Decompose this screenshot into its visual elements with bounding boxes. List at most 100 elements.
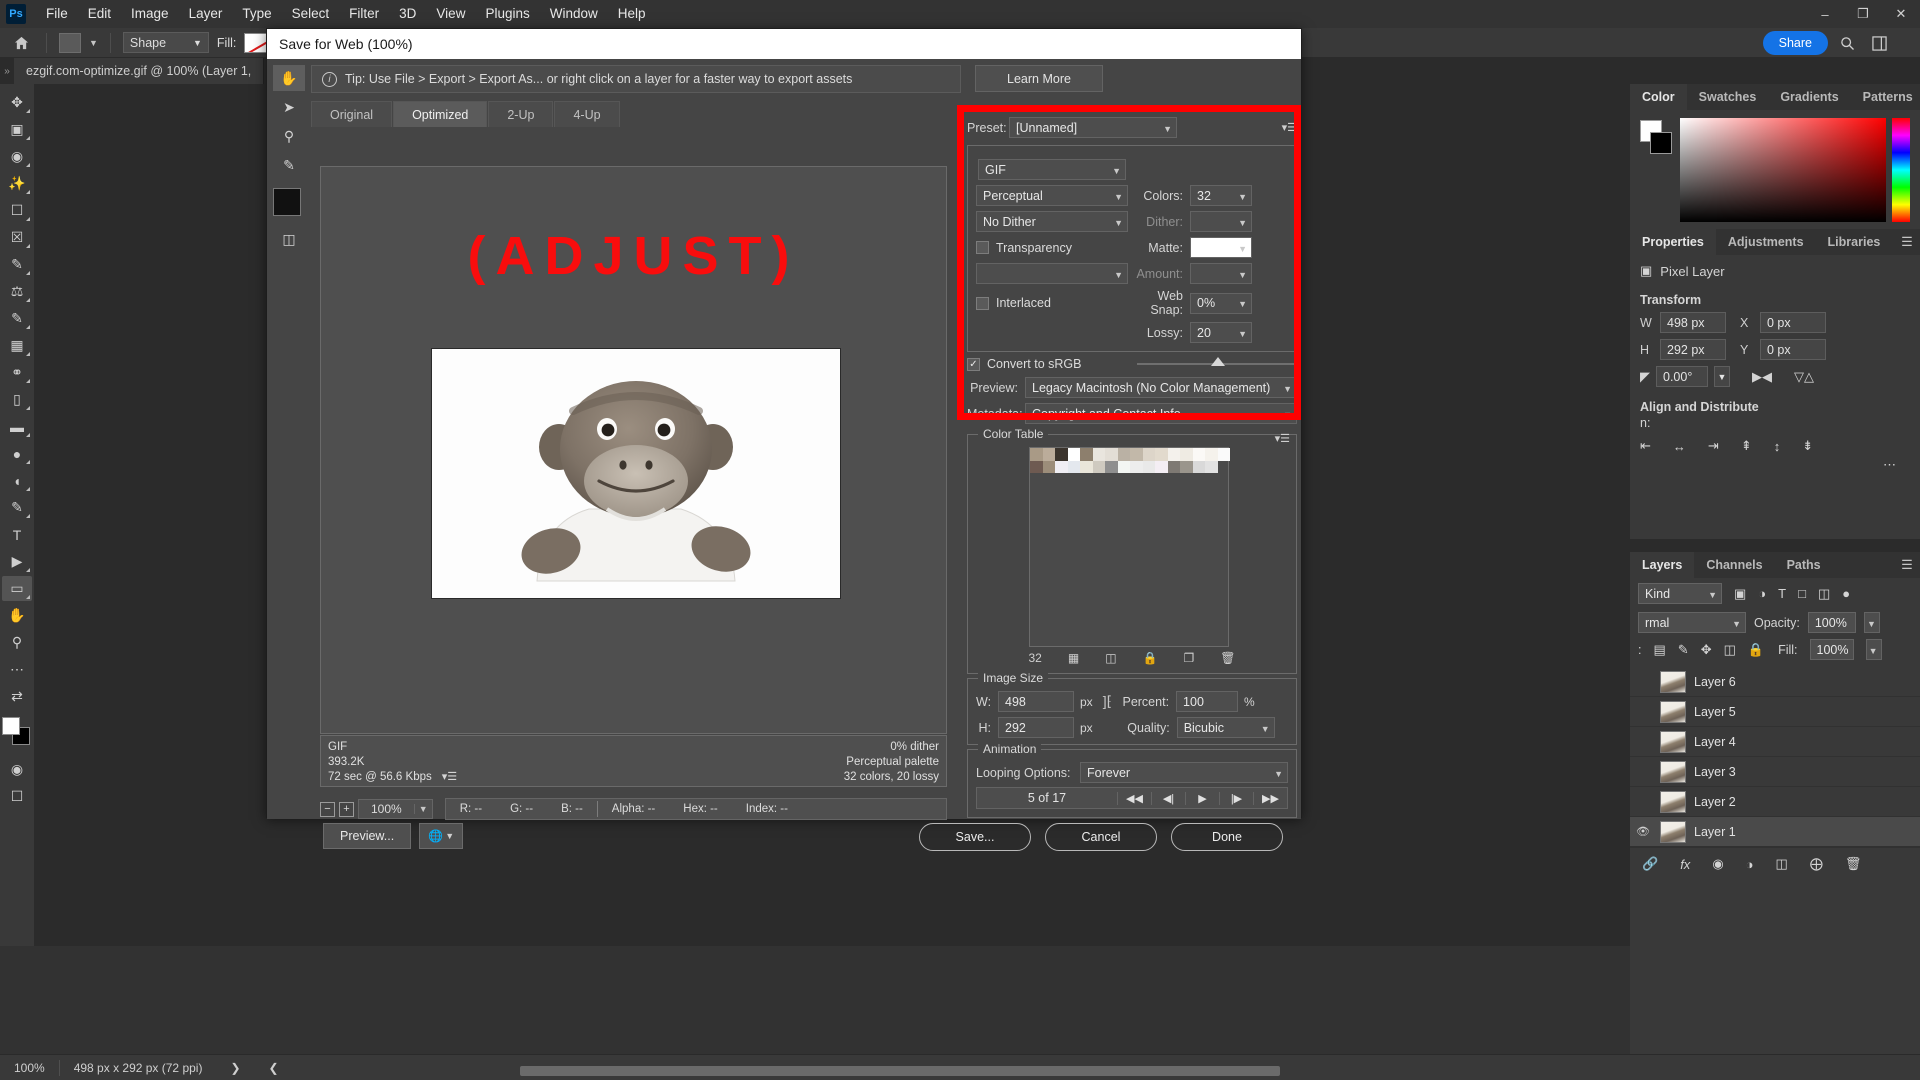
menu-plugins[interactable]: Plugins <box>475 0 539 28</box>
horizontal-scrollbar[interactable] <box>520 1066 1280 1076</box>
new-group-icon[interactable]: ◫ <box>1776 856 1788 872</box>
workspace-icon[interactable] <box>1866 31 1892 55</box>
eraser-tool[interactable]: ▯ <box>2 387 32 412</box>
color-table-menu-icon[interactable]: ▾☰ <box>1275 432 1290 445</box>
filter-kind-select[interactable]: Kind ▼ <box>1638 583 1722 604</box>
close-icon[interactable]: ✕ <box>1882 0 1920 28</box>
tab-gradients[interactable]: Gradients <box>1768 84 1850 110</box>
filter-pixel-icon[interactable]: ▣ <box>1734 586 1746 602</box>
convert-srgb-checkbox[interactable]: ✓ Convert to sRGB <box>967 357 1137 371</box>
adjustment-layer-icon[interactable]: ◑ <box>1746 857 1754 872</box>
angle-input[interactable]: 0.00° <box>1656 366 1708 387</box>
transparency-icon[interactable]: ▦ <box>1068 651 1079 665</box>
color-swatch[interactable] <box>1043 461 1056 474</box>
menu-image[interactable]: Image <box>121 0 179 28</box>
eyedropper-tool[interactable]: ✎ <box>273 152 305 178</box>
marquee-tool[interactable]: ▣ <box>2 117 32 142</box>
color-swatch[interactable] <box>1068 461 1081 474</box>
slice-select-tool[interactable]: ➤ <box>273 94 305 120</box>
color-swatch[interactable] <box>1205 461 1218 474</box>
color-swatch[interactable] <box>1068 448 1081 461</box>
fill-chevron-icon[interactable]: ▼ <box>1866 639 1882 660</box>
menu-select[interactable]: Select <box>282 0 340 28</box>
tab-paths[interactable]: Paths <box>1775 552 1833 578</box>
menu-3d[interactable]: 3D <box>389 0 426 28</box>
color-swatch[interactable] <box>1080 448 1093 461</box>
percent-input[interactable]: 100 <box>1176 691 1238 712</box>
filter-smart-object-icon[interactable]: ◫ <box>1818 586 1830 602</box>
hand-tool[interactable]: ✋ <box>273 65 305 91</box>
panel-expander-icon[interactable]: » <box>0 58 14 84</box>
tab-4-up[interactable]: 4-Up <box>554 101 619 127</box>
healing-brush-tool[interactable]: ⚖ <box>2 279 32 304</box>
x-input[interactable]: 0 px <box>1760 312 1826 333</box>
restore-icon[interactable]: ❐ <box>1844 0 1882 28</box>
preview-button[interactable]: Preview... <box>323 823 411 849</box>
link-dimensions-icon[interactable]: ]⁅ <box>1099 693 1116 710</box>
next-frame-icon[interactable]: |▶ <box>1219 792 1253 805</box>
web-snap-select[interactable]: 0% ▼ <box>1190 293 1252 314</box>
optinfo-menu-icon[interactable]: ▾☰ <box>442 770 457 785</box>
color-reduction-select[interactable]: Perceptual ▼ <box>976 185 1128 206</box>
learn-more-button[interactable]: Learn More <box>975 65 1103 92</box>
screen-mode-icon[interactable]: ☐ <box>2 784 32 809</box>
dither-algorithm-select[interactable]: No Dither ▼ <box>976 211 1128 232</box>
color-picker[interactable] <box>1630 110 1920 230</box>
color-swatch[interactable] <box>1043 448 1056 461</box>
color-swatch[interactable] <box>1118 461 1131 474</box>
move-tool[interactable]: ✥ <box>2 90 32 115</box>
color-swatch[interactable] <box>1118 448 1131 461</box>
panel-menu-icon[interactable]: ☰ <box>1894 552 1920 578</box>
color-swatch[interactable] <box>1130 461 1143 474</box>
filter-shape-icon[interactable]: □ <box>1798 586 1806 601</box>
zoom-in-button[interactable]: + <box>339 802 354 817</box>
new-layer-icon[interactable]: ⨁ <box>1810 856 1823 872</box>
foreground-color-swatch[interactable] <box>2 717 20 735</box>
image-h-input[interactable]: 292 <box>998 717 1074 738</box>
web-shift-icon[interactable]: ◫ <box>1105 651 1116 665</box>
tab-swatches[interactable]: Swatches <box>1687 84 1769 110</box>
align-more-icon[interactable]: ⋯ <box>1630 457 1920 473</box>
menu-filter[interactable]: Filter <box>339 0 389 28</box>
zoom-tool[interactable]: ⚲ <box>2 630 32 655</box>
quick-mask-icon[interactable]: ◉ <box>2 757 32 782</box>
chevron-down-icon[interactable]: ▼ <box>1714 366 1730 387</box>
frame-tool[interactable]: ☒ <box>2 225 32 250</box>
flip-horizontal-icon[interactable]: ▶◀ <box>1752 369 1772 385</box>
zoom-tool[interactable]: ⚲ <box>273 123 305 149</box>
file-format-select[interactable]: GIF ▼ <box>978 159 1126 180</box>
tab-color[interactable]: Color <box>1630 84 1687 110</box>
lock-icon[interactable]: 🔒 <box>1143 651 1158 665</box>
link-layers-icon[interactable]: 🔗 <box>1642 856 1658 872</box>
status-doc-info[interactable]: 498 px x 292 px (72 ppi) <box>60 1061 217 1075</box>
preset-select[interactable]: [Unnamed] ▼ <box>1009 117 1177 138</box>
slider-thumb[interactable] <box>1211 357 1225 366</box>
menu-edit[interactable]: Edit <box>78 0 121 28</box>
shape-preview-swatch[interactable] <box>59 33 81 53</box>
color-swatch[interactable] <box>1155 448 1168 461</box>
transparency-checkbox[interactable]: Transparency <box>976 241 1128 255</box>
menu-help[interactable]: Help <box>608 0 656 28</box>
history-brush-tool[interactable]: ⚭ <box>2 360 32 385</box>
layer-style-icon[interactable]: fx <box>1680 857 1690 872</box>
list-item[interactable]: Layer 3 <box>1630 757 1920 787</box>
colors-select[interactable]: 32 ▼ <box>1190 185 1252 206</box>
color-swatch[interactable] <box>1168 461 1181 474</box>
align-left-icon[interactable]: ⇤ <box>1640 438 1651 454</box>
cancel-button[interactable]: Cancel <box>1045 823 1157 851</box>
color-swatch[interactable] <box>1180 461 1193 474</box>
filter-adjustment-icon[interactable]: ◑ <box>1758 586 1766 601</box>
clone-stamp-tool[interactable]: ▦ <box>2 333 32 358</box>
lock-image-icon[interactable]: ✎ <box>1678 642 1689 658</box>
tab-properties[interactable]: Properties <box>1630 229 1716 255</box>
menu-file[interactable]: File <box>36 0 78 28</box>
first-frame-icon[interactable]: ◀◀ <box>1117 792 1151 805</box>
quality-slider[interactable] <box>1137 356 1297 372</box>
color-swatch[interactable] <box>1030 461 1043 474</box>
toggle-slices-icon[interactable]: ◫ <box>273 226 305 252</box>
pen-tool[interactable]: ✎ <box>2 495 32 520</box>
hue-slider[interactable] <box>1892 118 1910 222</box>
previous-frame-icon[interactable]: ◀| <box>1151 792 1185 805</box>
lock-transparency-icon[interactable]: ▤ <box>1653 642 1665 658</box>
list-item[interactable]: Layer 6 <box>1630 667 1920 697</box>
